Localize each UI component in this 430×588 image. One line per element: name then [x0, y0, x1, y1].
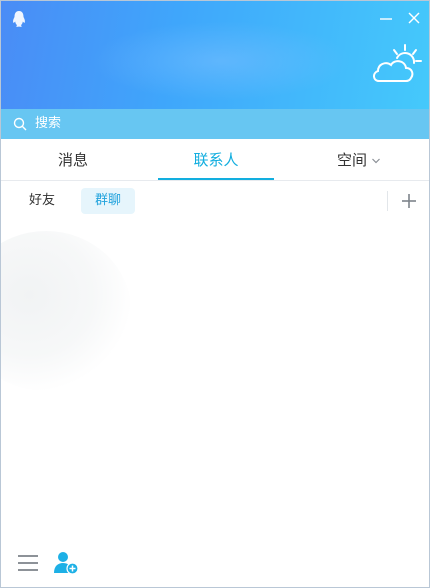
- divider: [387, 191, 388, 211]
- plus-icon[interactable]: [399, 191, 419, 211]
- subtab-groups[interactable]: 群聊: [81, 188, 136, 214]
- chevron-down-icon: [372, 158, 380, 163]
- tab-label: 消息: [57, 151, 88, 169]
- add-friend-icon[interactable]: [53, 551, 79, 575]
- search-input[interactable]: 搜索: [35, 109, 415, 139]
- bottom-toolbar: [1, 539, 429, 587]
- group-list-area[interactable]: [1, 221, 429, 539]
- tab-messages[interactable]: 消息: [1, 140, 145, 180]
- search-icon: [13, 117, 27, 131]
- tab-label: 空间: [336, 151, 367, 169]
- contacts-subtabs: 好友 群聊: [1, 181, 429, 221]
- tab-label: 联系人: [193, 151, 239, 169]
- penguin-icon[interactable]: [11, 10, 27, 28]
- sun-cloud-icon[interactable]: [371, 43, 423, 87]
- search-bar[interactable]: 搜索: [1, 109, 429, 139]
- tab-contacts[interactable]: 联系人: [158, 140, 274, 180]
- subtab-friends[interactable]: 好友: [15, 188, 69, 214]
- hamburger-menu-icon[interactable]: [17, 553, 39, 573]
- qq-main-window: 搜索 消息 联系人 空间 好友 群聊: [0, 0, 430, 588]
- tab-space[interactable]: 空间: [289, 140, 429, 180]
- close-icon[interactable]: [405, 9, 423, 27]
- header-banner: [1, 1, 429, 109]
- empty-background-decoration: [1, 231, 131, 391]
- main-tabs: 消息 联系人 空间: [1, 140, 429, 181]
- minimize-icon[interactable]: [377, 9, 395, 27]
